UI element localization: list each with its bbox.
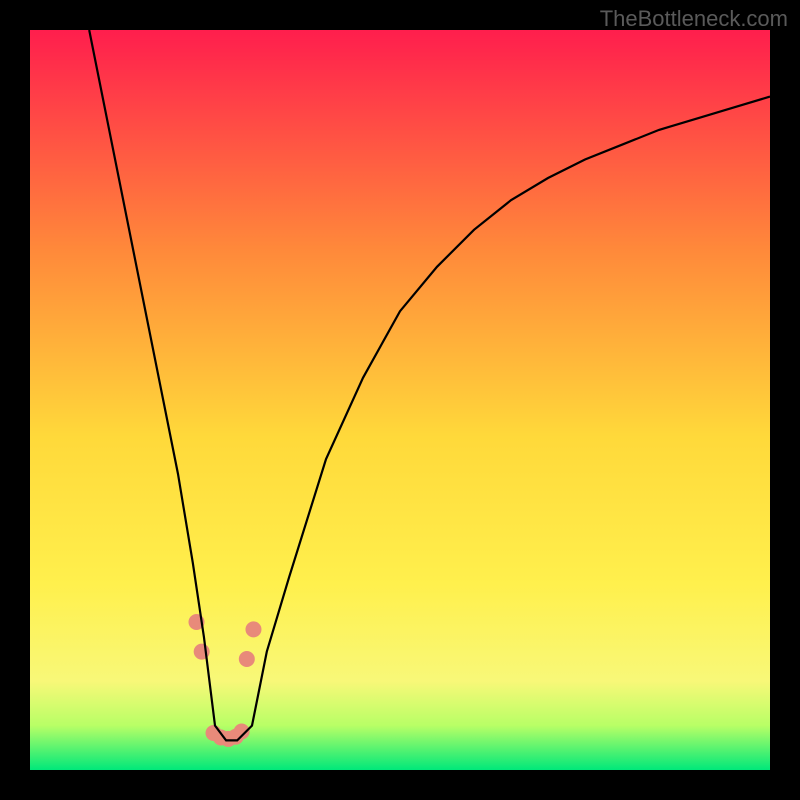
gradient-background (30, 30, 770, 770)
data-marker (239, 651, 255, 667)
data-marker (245, 621, 261, 637)
bottleneck-chart (0, 0, 800, 800)
watermark-text: TheBottleneck.com (600, 6, 788, 32)
chart-container: TheBottleneck.com (0, 0, 800, 800)
